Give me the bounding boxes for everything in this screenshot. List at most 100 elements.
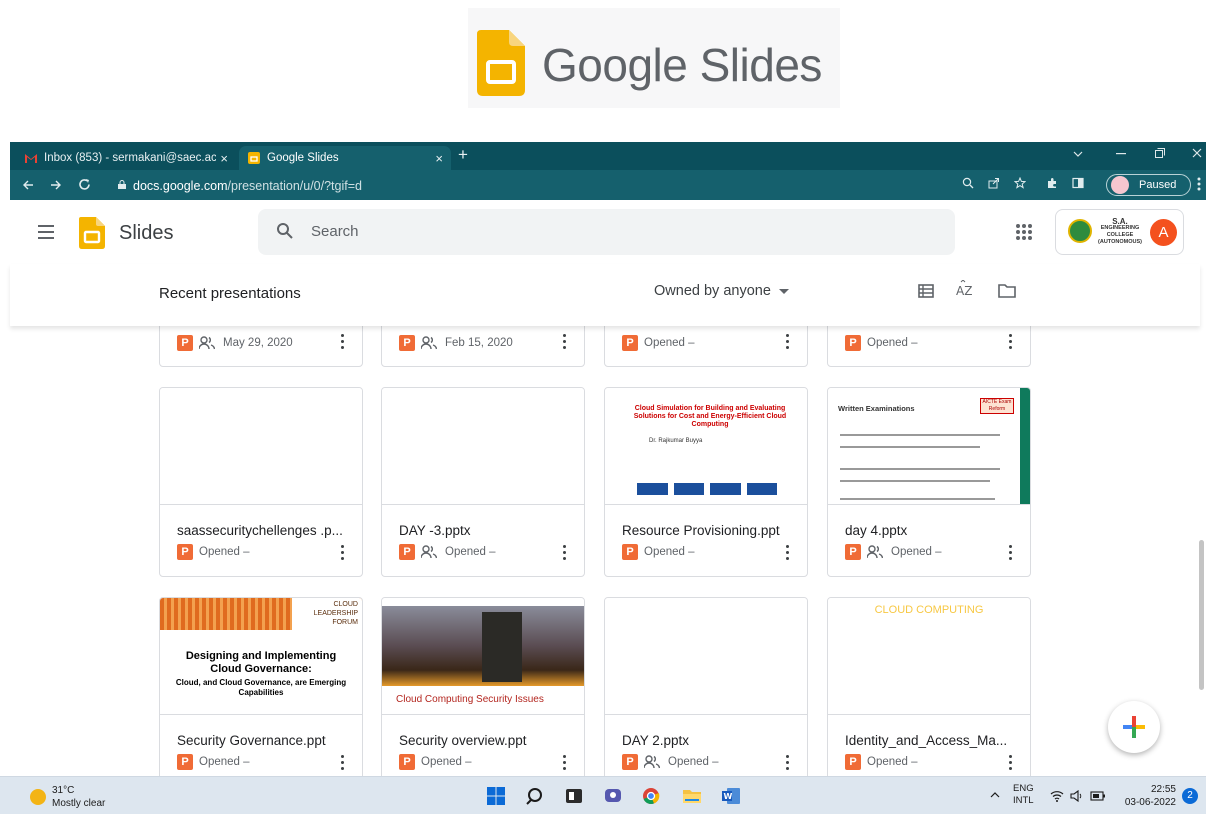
tab-google-slides[interactable]: Google Slides ×	[239, 146, 451, 170]
powerpoint-icon: P	[399, 335, 415, 351]
shared-people-icon	[867, 545, 883, 559]
file-meta: P Opened –	[622, 334, 695, 352]
weather-temperature[interactable]: 31°C	[52, 785, 74, 796]
forward-arrow-icon[interactable]	[50, 179, 62, 191]
more-options-icon[interactable]	[341, 334, 345, 352]
file-card[interactable]: Cloud Computing Security Issues Security…	[381, 597, 585, 776]
shared-people-icon	[199, 336, 215, 350]
browser-tab-bar: Inbox (853) - sermakani@saec.ac × Google…	[10, 142, 1206, 170]
more-options-icon[interactable]	[1009, 545, 1013, 563]
file-title: DAY -3.pptx	[399, 523, 471, 538]
search-icon[interactable]	[276, 222, 294, 240]
file-explorer-icon[interactable]	[682, 787, 702, 805]
search-input[interactable]: Search	[258, 209, 955, 255]
file-card[interactable]: P Opened –	[604, 326, 808, 367]
shared-people-icon	[644, 755, 660, 769]
powerpoint-icon: P	[177, 754, 193, 770]
restore-icon[interactable]	[1155, 148, 1165, 158]
profile-paused-button[interactable]: Paused	[1106, 174, 1191, 196]
more-options-icon[interactable]	[786, 334, 790, 352]
file-card[interactable]: Cloud Simulation for Building and Evalua…	[604, 387, 808, 577]
minimize-icon[interactable]	[1116, 153, 1126, 155]
file-card[interactable]: P Feb 15, 2020	[381, 326, 585, 367]
system-clock[interactable]: 22:55 03-06-2022	[1120, 783, 1176, 809]
chat-icon[interactable]	[603, 787, 623, 805]
create-new-button[interactable]	[1108, 701, 1160, 753]
word-icon[interactable]: W	[721, 787, 741, 805]
file-card[interactable]: SAAS – SECURITY & CHALLENGES saassecurit…	[159, 387, 363, 577]
chrome-icon[interactable]	[641, 787, 661, 805]
svg-text:W: W	[724, 792, 733, 801]
list-view-icon[interactable]	[918, 283, 934, 299]
file-meta: P Opened –	[622, 543, 695, 561]
show-hidden-icons-icon[interactable]	[990, 791, 1000, 799]
extensions-icon[interactable]	[1046, 177, 1058, 189]
sort-az-icon[interactable]: AZ	[956, 280, 976, 300]
new-tab-button[interactable]: +	[458, 145, 468, 165]
more-options-icon[interactable]	[563, 334, 567, 352]
powerpoint-icon: P	[845, 754, 861, 770]
input-language[interactable]: ENG INTL	[1013, 783, 1034, 807]
more-options-icon[interactable]	[1009, 334, 1013, 352]
file-meta: P Opened –	[399, 543, 496, 561]
tab-gmail-close-icon[interactable]: ×	[220, 151, 228, 166]
tab-gmail[interactable]: Inbox (853) - sermakani@saec.ac ×	[16, 146, 236, 170]
more-options-icon[interactable]	[1009, 755, 1013, 773]
more-options-icon[interactable]	[341, 545, 345, 563]
scrollbar[interactable]	[1199, 540, 1204, 690]
wifi-icon[interactable]	[1050, 790, 1064, 802]
browser-menu-icon[interactable]	[1197, 177, 1201, 191]
file-card[interactable]: P Opened –	[827, 326, 1031, 367]
more-options-icon[interactable]	[563, 755, 567, 773]
profile-status: Paused	[1139, 179, 1177, 191]
search-placeholder: Search	[311, 223, 359, 240]
back-arrow-icon[interactable]	[22, 179, 34, 191]
tab-slides-close-icon[interactable]: ×	[435, 151, 443, 166]
browser-address-bar: docs.google.com/presentation/u/0/?tgif=d…	[10, 170, 1206, 200]
reload-icon[interactable]	[78, 178, 91, 191]
more-options-icon[interactable]	[786, 755, 790, 773]
file-card[interactable]: CLOUD COMPUTING IDENTITY & ACCESS MANAGE…	[827, 597, 1031, 776]
windows-start-icon[interactable]	[486, 787, 506, 805]
zoom-icon[interactable]	[962, 177, 974, 189]
tab-slides-label: Google Slides	[267, 152, 339, 164]
tab-search-chevron-icon[interactable]	[1073, 150, 1083, 158]
avatar[interactable]: A	[1150, 219, 1177, 246]
file-title: day 4.pptx	[845, 523, 908, 538]
owner-filter-dropdown[interactable]: Owned by anyone	[654, 283, 789, 299]
slides-logo-icon[interactable]	[79, 217, 105, 249]
file-card[interactable]: DAY -3.pptx P Opened –	[381, 387, 585, 577]
account-switcher[interactable]: S.A. ENGINEERING COLLEGE (AUTONOMOUS) A	[1055, 209, 1184, 255]
main-menu-icon[interactable]	[38, 225, 54, 243]
file-card[interactable]: P May 29, 2020	[159, 326, 363, 367]
file-card[interactable]: Written Examinations AICTE Exam Reform d…	[827, 387, 1031, 577]
close-window-icon[interactable]	[1192, 148, 1202, 158]
more-options-icon[interactable]	[563, 545, 567, 563]
share-icon[interactable]	[988, 177, 1000, 189]
weather-moon-icon[interactable]	[30, 789, 46, 805]
file-card[interactable]: CLOUD LEADERSHIP FORUM Designing and Imp…	[159, 597, 363, 776]
battery-icon[interactable]	[1090, 790, 1106, 802]
logo-banner: Google Slides	[0, 0, 1206, 132]
section-heading: Recent presentations	[159, 285, 301, 302]
file-card[interactable]: DAY 2.pptx P Opened –	[604, 597, 808, 776]
file-meta: P Opened –	[845, 334, 918, 352]
more-options-icon[interactable]	[341, 755, 345, 773]
lock-icon[interactable]	[118, 180, 126, 189]
side-panel-icon[interactable]	[1072, 177, 1084, 189]
bookmark-star-icon[interactable]	[1014, 177, 1026, 189]
folder-icon[interactable]	[998, 283, 1016, 298]
weather-description[interactable]: Mostly clear	[52, 798, 105, 809]
task-view-icon[interactable]	[564, 787, 584, 805]
more-options-icon[interactable]	[786, 545, 790, 563]
powerpoint-icon: P	[177, 335, 193, 351]
gmail-icon	[25, 154, 37, 163]
file-thumbnail	[382, 388, 584, 505]
google-apps-icon[interactable]	[1016, 224, 1032, 240]
taskbar-search-icon[interactable]	[526, 787, 546, 805]
file-title: saassecuritychellenges .p...	[177, 523, 343, 538]
url-field[interactable]: docs.google.com/presentation/u/0/?tgif=d	[133, 176, 1068, 196]
volume-icon[interactable]	[1070, 790, 1084, 802]
notification-badge[interactable]: 2	[1182, 788, 1198, 804]
app-name[interactable]: Slides	[119, 222, 173, 245]
